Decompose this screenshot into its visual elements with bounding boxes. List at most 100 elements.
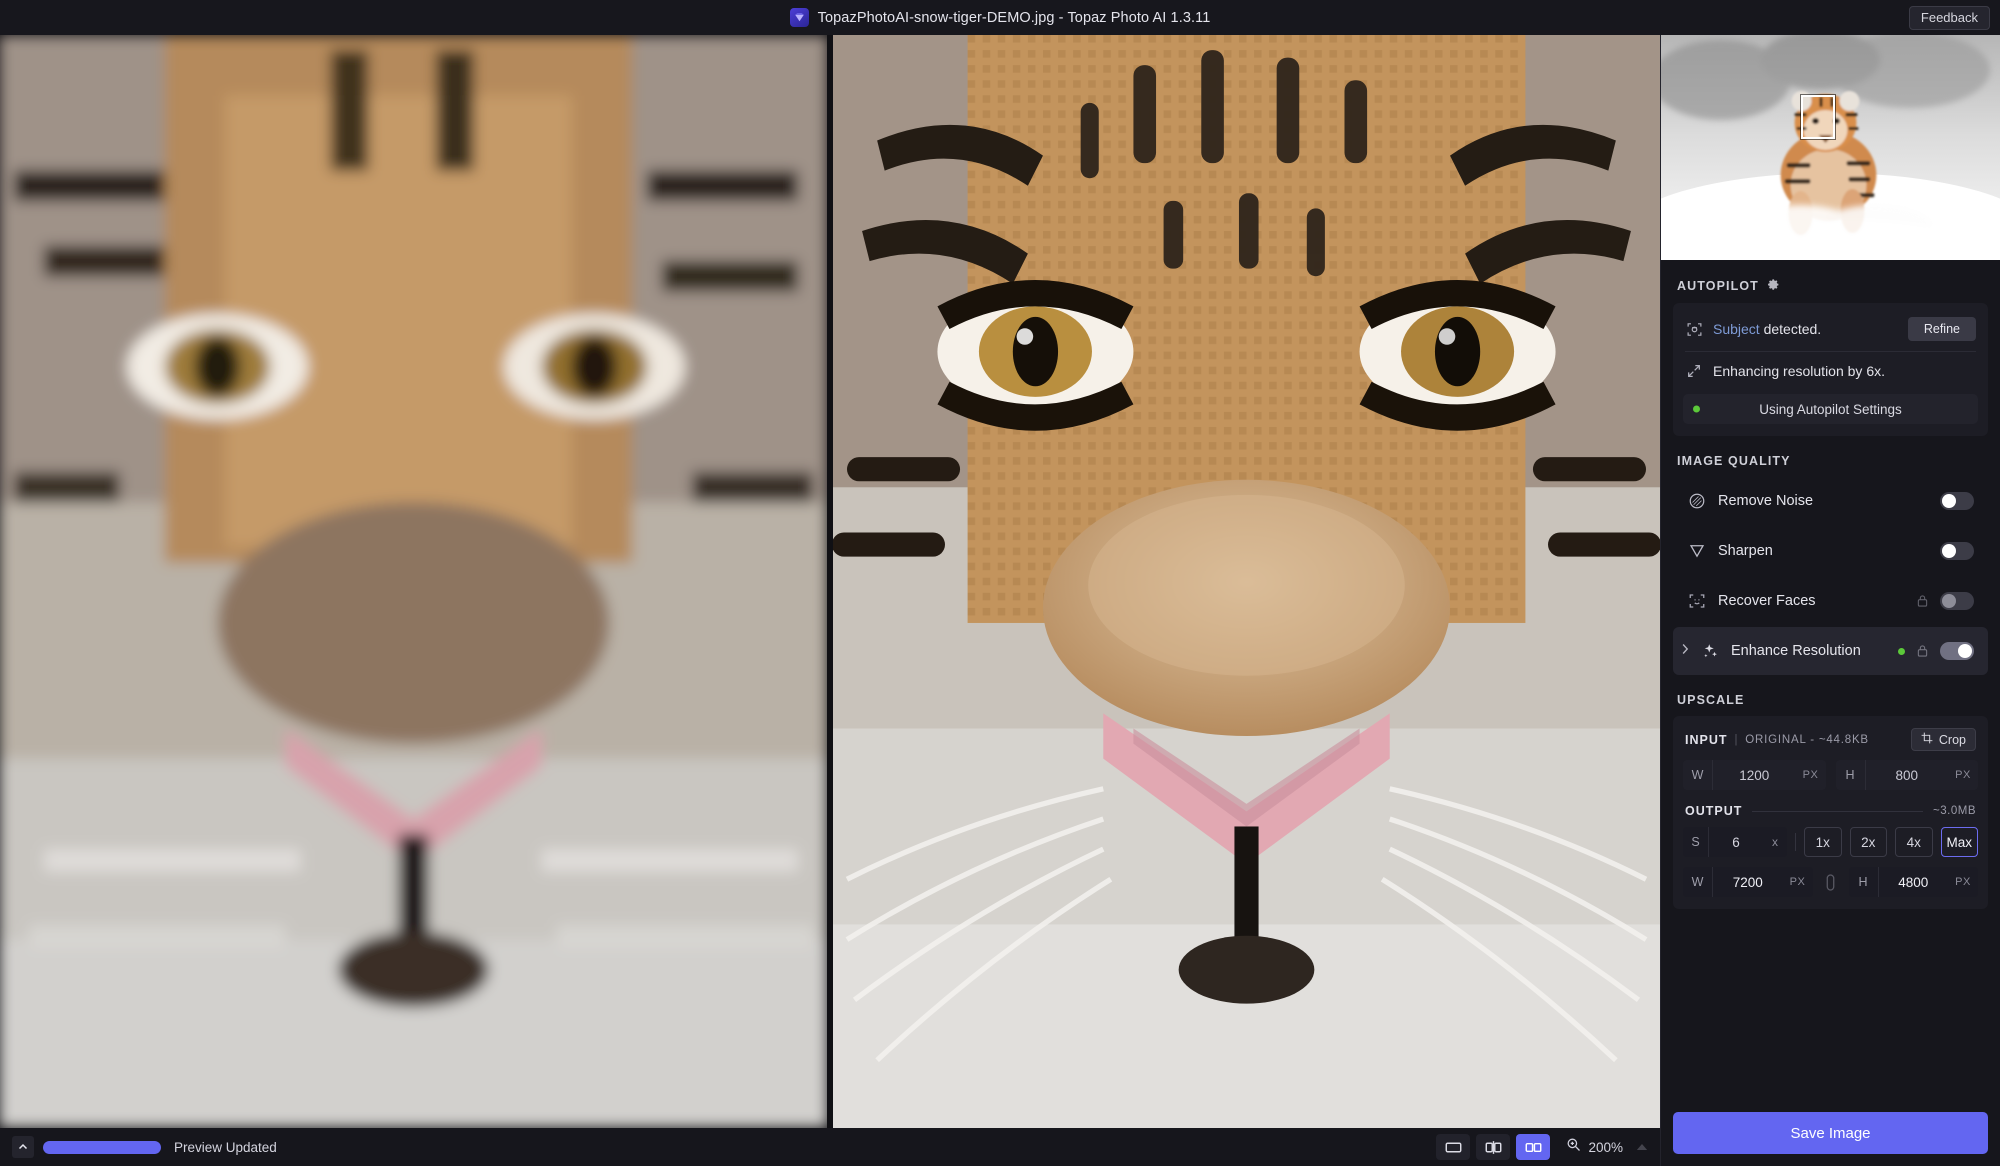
output-height-key: H	[1849, 867, 1879, 897]
input-width-field[interactable]: W 1200 PX	[1683, 760, 1826, 790]
resize-arrows-icon	[1685, 362, 1703, 380]
input-height-unit: PX	[1955, 769, 1971, 781]
input-separator: |	[1734, 733, 1739, 746]
output-width-key: W	[1683, 867, 1713, 897]
scale-button-4x[interactable]: 4x	[1895, 827, 1933, 857]
iq-row-remove-noise[interactable]: Remove Noise	[1673, 477, 1988, 525]
enhance-resolution-toggle[interactable]	[1940, 642, 1974, 660]
scale-key: S	[1683, 827, 1709, 857]
save-area: Save Image	[1661, 1100, 2000, 1166]
recover-faces-toggle[interactable]	[1940, 592, 1974, 610]
chevron-right-icon[interactable]	[1681, 643, 1691, 659]
view-mode-single[interactable]	[1436, 1134, 1471, 1160]
scale-stepper[interactable]: S 6 x	[1683, 827, 1787, 857]
noise-circle-icon	[1687, 491, 1707, 511]
image-viewport	[0, 35, 1660, 1128]
lock-icon[interactable]	[1916, 644, 1929, 658]
enhanced-image-pane[interactable]	[833, 35, 1660, 1128]
zoom-level: 200%	[1588, 1139, 1623, 1155]
original-tiger-image	[0, 35, 827, 1128]
scale-value[interactable]: 6	[1709, 835, 1763, 850]
toggle-knob	[1942, 544, 1956, 558]
refine-button[interactable]: Refine	[1907, 317, 1976, 341]
scale-button-2x[interactable]: 2x	[1849, 827, 1887, 857]
right-sidebar: AUTOPILOT Subject detected. Refine Enhan…	[1660, 35, 2000, 1166]
panel-body: AUTOPILOT Subject detected. Refine Enhan…	[1661, 260, 2000, 1100]
face-detect-icon	[1687, 591, 1707, 611]
autopilot-settings-label: Using Autopilot Settings	[1759, 401, 1902, 417]
input-height-key: H	[1836, 760, 1866, 790]
input-meta: ORIGINAL - ~44.8KB	[1745, 733, 1869, 746]
window-title: TopazPhotoAI-snow-tiger-DEMO.jpg - Topaz…	[817, 9, 1211, 26]
iq-row-sharpen[interactable]: Sharpen	[1673, 527, 1988, 575]
input-height-field[interactable]: H 800 PX	[1835, 760, 1978, 790]
autopilot-label: AUTOPILOT	[1677, 279, 1759, 293]
output-rule	[1752, 810, 1924, 812]
enhance-status-dot	[1898, 647, 1905, 655]
image-quality-list: Remove Noise Sharpen Recover Faces Enhan…	[1673, 477, 1988, 675]
output-width-value[interactable]: 7200	[1713, 875, 1783, 890]
original-image-pane[interactable]	[0, 35, 827, 1128]
sparkles-icon	[1700, 641, 1720, 661]
magnifier-icon	[1566, 1137, 1581, 1157]
view-mode-split[interactable]	[1476, 1134, 1511, 1160]
zoom-control[interactable]: 200%	[1566, 1137, 1648, 1157]
subject-link[interactable]: Subject	[1713, 321, 1760, 337]
topaz-diamond-icon	[789, 8, 809, 27]
scale-button-1x[interactable]: 1x	[1804, 827, 1842, 857]
using-autopilot-settings-button[interactable]: Using Autopilot Settings	[1683, 394, 1978, 424]
scale-divider	[1795, 833, 1796, 851]
subject-detect-icon	[1685, 320, 1703, 338]
toggle-knob	[1942, 594, 1956, 608]
link-chain-icon[interactable]	[1823, 867, 1839, 897]
lock-icon[interactable]	[1916, 594, 1929, 608]
progress-bar	[43, 1140, 161, 1154]
save-image-button[interactable]: Save Image	[1673, 1112, 1988, 1154]
feedback-button[interactable]: Feedback	[1908, 6, 1990, 30]
output-height-unit: PX	[1955, 876, 1971, 888]
input-header: INPUT | ORIGINAL - ~44.8KB Crop	[1683, 726, 1978, 760]
view-mode-side-by-side[interactable]	[1516, 1134, 1551, 1160]
input-height-value[interactable]: 800	[1866, 768, 1949, 783]
navigator-thumbnail[interactable]	[1661, 35, 2000, 260]
upscale-card: INPUT | ORIGINAL - ~44.8KB Crop W 1200 P…	[1673, 716, 1988, 909]
input-width-value[interactable]: 1200	[1713, 768, 1796, 783]
output-height-field[interactable]: H 4800 PX	[1848, 867, 1978, 897]
status-bar: Preview Updated 200%	[0, 1128, 1660, 1166]
subject-rest: detected.	[1759, 321, 1822, 337]
iq-row-enhance-resolution[interactable]: Enhance Resolution	[1673, 627, 1988, 675]
iq-row-recover-faces[interactable]: Recover Faces	[1673, 577, 1988, 625]
topaz-photo-ai-window: TopazPhotoAI-snow-tiger-DEMO.jpg - Topaz…	[0, 0, 2000, 1166]
title-bar: TopazPhotoAI-snow-tiger-DEMO.jpg - Topaz…	[0, 0, 2000, 35]
caret-up-icon[interactable]	[1636, 1138, 1648, 1156]
input-width-unit: PX	[1802, 769, 1819, 781]
sharpen-toggle[interactable]	[1940, 542, 1974, 560]
output-label: OUTPUT	[1685, 804, 1743, 818]
autopilot-resolution-text: Enhancing resolution by 6x.	[1713, 363, 1885, 379]
chevron-up-icon[interactable]	[12, 1136, 34, 1158]
iq-label: Remove Noise	[1718, 493, 1814, 509]
autopilot-card: Subject detected. Refine Enhancing resol…	[1673, 303, 1988, 436]
autopilot-section-title: AUTOPILOT	[1673, 260, 1988, 303]
scale-button-max[interactable]: Max	[1940, 827, 1978, 857]
output-dimension-fields: W 7200 PX H 4800 PX	[1683, 867, 1978, 897]
scale-controls: S 6 x 1x 2x 4x Max	[1683, 827, 1978, 857]
crop-button[interactable]: Crop	[1910, 728, 1976, 751]
viewport-indicator[interactable]	[1801, 95, 1835, 139]
input-width-key: W	[1683, 760, 1713, 790]
output-header: OUTPUT ~3.0MB	[1683, 790, 1978, 827]
toggle-knob	[1958, 644, 1972, 658]
iq-label: Recover Faces	[1718, 593, 1816, 609]
crop-icon	[1921, 732, 1933, 747]
remove-noise-toggle[interactable]	[1940, 492, 1974, 510]
title-group: TopazPhotoAI-snow-tiger-DEMO.jpg - Topaz…	[789, 8, 1211, 27]
output-width-unit: PX	[1789, 876, 1806, 888]
output-width-field[interactable]: W 7200 PX	[1683, 867, 1813, 897]
output-size: ~3.0MB	[1933, 805, 1976, 817]
gear-icon[interactable]	[1767, 278, 1780, 294]
status-text: Preview Updated	[174, 1139, 277, 1155]
viewer-controls: 200%	[1436, 1134, 1648, 1160]
output-height-value[interactable]: 4800	[1879, 875, 1949, 890]
autopilot-subject-row: Subject detected. Refine	[1673, 307, 1988, 351]
enhanced-tiger-image	[833, 35, 1660, 1128]
